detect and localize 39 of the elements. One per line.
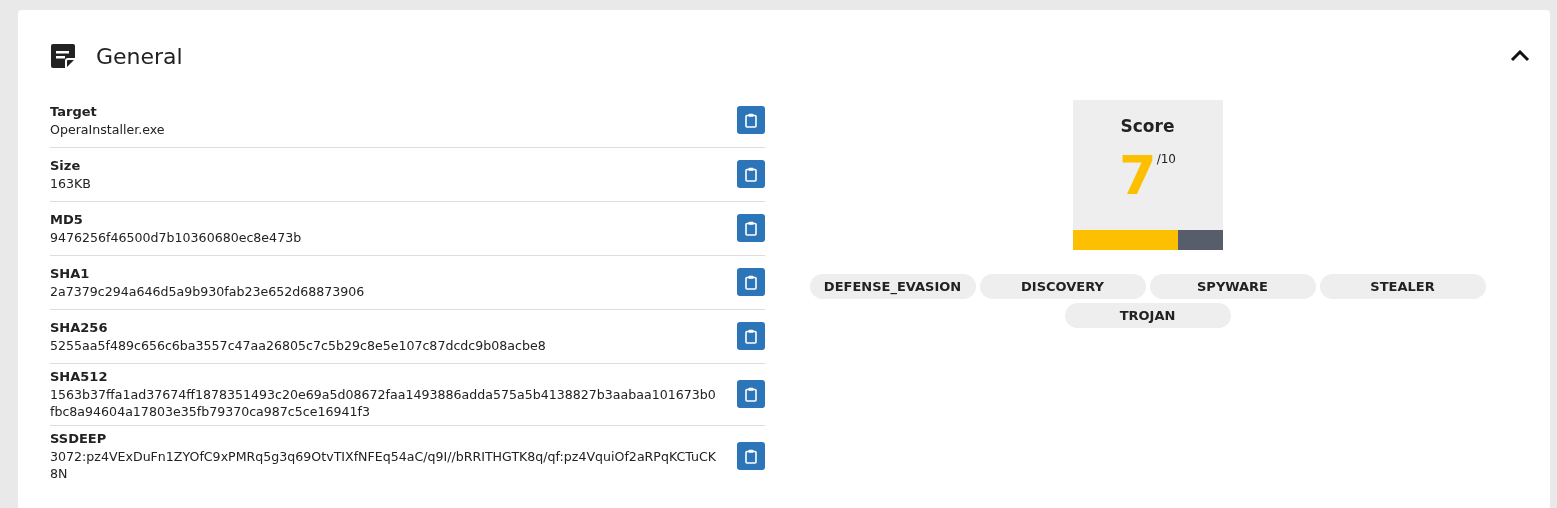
score-title: Score [1120,116,1175,136]
field-value: 2a7379c294a646d5a9b930fab23e652d68873906 [50,282,366,300]
copy-button[interactable] [737,322,765,350]
tag: SPYWARE [1149,274,1316,299]
field-value: 5255aa5f489c656c6ba3557c47aa26805c7c5b29c8e5e107c87dcdc9b08acbe8 [50,336,547,354]
clipboard-icon [745,112,757,128]
field-label: Target [50,102,98,121]
copy-button[interactable] [737,442,765,470]
copy-button[interactable] [737,160,765,188]
tag: DEFENSE_EVASION [809,274,976,299]
score-max: /10 [1156,152,1176,166]
copy-button[interactable] [737,268,765,296]
field-label: SHA256 [50,318,109,337]
tag: TROJAN [1064,303,1231,328]
field-label: MD5 [50,210,84,229]
tag: STEALER [1319,274,1486,299]
section-title: General [96,43,184,69]
field-value: 1563b37ffa1ad37674ff1878351493c20e69a5d08672faa1493886adda575a5b4138827b3aabaa101673b0fbc8a94604a17803e35fb79370ca987c5ce16941f3 [50,386,717,420]
clipboard-icon [745,448,757,464]
field-value: 3072:pz4VExDuFn1ZYOfC9xPMRq5g3q69OtvTIXfNFEq54aC/q9I//bRRITHGTK8q/qf:pz4VquiOf2aRPqKCTuCK8N [50,448,718,482]
copy-button[interactable] [737,214,765,242]
copy-button[interactable] [737,106,765,134]
field-value: 163KB [50,174,92,192]
clipboard-icon [745,166,757,182]
field-label: SHA1 [50,264,91,283]
field-value: OperaInstaller.exe [50,120,166,138]
tag: DISCOVERY [979,274,1146,299]
note-icon [50,43,76,69]
field-label: Size [50,156,82,175]
copy-button[interactable] [737,380,765,408]
field-label: SSDEEP [50,430,108,448]
collapse-chevron-icon[interactable] [1510,50,1530,62]
clipboard-icon [745,386,757,402]
field-label: SHA512 [50,368,109,386]
score-value: 7 [1119,146,1157,206]
clipboard-icon [745,220,757,236]
clipboard-icon [745,274,757,290]
field-value: 9476256f46500d7b10360680ec8e473b [50,228,303,246]
clipboard-icon [745,328,757,344]
